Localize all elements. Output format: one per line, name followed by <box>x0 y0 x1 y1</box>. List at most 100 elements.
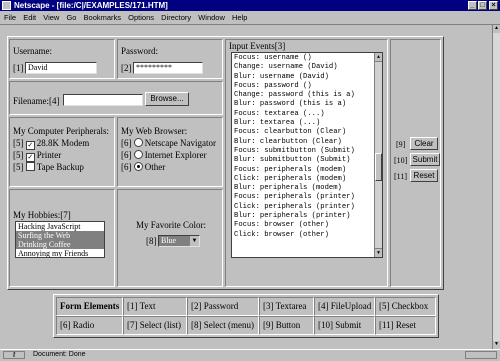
browser-ie[interactable]: [6] Internet Explorer <box>121 150 206 160</box>
events-textarea[interactable]: Focus: username () Change: username (Dav… <box>231 52 383 258</box>
username-label: Username: <box>13 46 52 56</box>
browse-button[interactable]: Browse... <box>145 92 189 106</box>
event-line: Blur: peripherals (printer) <box>234 212 351 221</box>
menu-options[interactable]: Options <box>128 13 154 22</box>
nav-link-button[interactable]: [9] Button <box>259 316 314 335</box>
menu-file[interactable]: File <box>4 13 16 22</box>
chevron-down-icon[interactable]: ▼ <box>190 236 199 246</box>
event-line: Click: peripherals (printer) <box>234 202 355 211</box>
submit-button[interactable]: Submit <box>410 153 440 166</box>
peripheral-tape[interactable]: [5] Tape Backup <box>13 162 84 172</box>
event-line: Blur: username (David) <box>234 72 329 81</box>
nav-link-select-menu[interactable]: [8] Select (menu) <box>187 316 259 335</box>
title-bar: Netscape - [file:/C|/EXAMPLES/171.HTM] _… <box>0 0 500 11</box>
menu-go[interactable]: Go <box>66 13 76 22</box>
password-input[interactable]: ********* <box>133 62 203 74</box>
event-line: Focus: password () <box>234 81 312 90</box>
peripheral-modem[interactable]: [5] ✓ 28.8K Modem <box>13 138 89 150</box>
nav-link-password[interactable]: [2] Password <box>187 297 259 316</box>
color-index: [8] <box>146 236 157 246</box>
hobby-option[interactable]: Hacking JavaScript <box>16 222 104 231</box>
username-input[interactable]: David <box>25 62 97 74</box>
menu-edit[interactable]: Edit <box>23 13 36 22</box>
close-button[interactable]: × <box>489 1 498 10</box>
clear-index: [9] <box>396 140 406 149</box>
event-line: Change: password (this is a) <box>234 91 355 100</box>
nav-link-submit[interactable]: [10] Submit <box>314 316 375 335</box>
menu-directory[interactable]: Directory <box>161 13 191 22</box>
nav-link-reset[interactable]: [11] Reset <box>375 316 436 335</box>
color-label: My Favorite Color: <box>136 220 206 230</box>
clear-button[interactable]: Clear <box>410 137 438 150</box>
maximize-button[interactable]: □ <box>478 1 487 10</box>
password-label: Password: <box>121 46 159 56</box>
status-bar: ⚷ Document: Done <box>0 349 500 361</box>
menu-bookmarks[interactable]: Bookmarks <box>84 13 122 22</box>
filename-cell: Filename: [4] Browse... <box>9 81 223 115</box>
nav-link-text[interactable]: [1] Text <box>123 297 187 316</box>
scroll-down-icon[interactable]: ▼ <box>493 341 500 349</box>
reset-button[interactable]: Reset <box>410 169 438 182</box>
scroll-thumb[interactable] <box>375 153 382 181</box>
netscape-radio[interactable] <box>133 138 143 147</box>
password-index: [2] <box>121 63 132 73</box>
scroll-up-icon[interactable]: ▲ <box>375 53 382 62</box>
hobbies-label: My Hobbies:[7] <box>13 210 71 220</box>
menu-view[interactable]: View <box>43 13 59 22</box>
event-line: Blur: clearbutton (Clear) <box>234 137 342 146</box>
peripheral-printer[interactable]: [5] ✓ Printer <box>13 150 61 162</box>
scroll-down-icon[interactable]: ▼ <box>375 248 382 257</box>
ie-radio[interactable] <box>133 150 143 159</box>
nav-heading: Form Elements <box>56 297 123 316</box>
nav-link-checkbox[interactable]: [5] Checkbox <box>375 297 436 316</box>
hobby-option[interactable]: Annoying my Friends <box>16 249 104 257</box>
event-line: Focus: clearbutton (Clear) <box>234 128 347 137</box>
event-line: Click: browser (other) <box>234 230 329 239</box>
page-scrollbar[interactable]: ▲ ▼ <box>492 25 500 349</box>
filename-index: [4] <box>49 96 60 106</box>
color-select[interactable]: Blue ▼ <box>158 235 200 247</box>
minimize-button[interactable]: _ <box>468 1 477 10</box>
peripheral-index: [5] <box>13 150 24 160</box>
reset-index: [11] <box>394 172 408 181</box>
event-line: Blur: textarea (...) <box>234 119 321 128</box>
element-nav-table: Form Elements [1] Text [2] Password [3] … <box>53 294 439 338</box>
browser-other[interactable]: [6] Other <box>121 162 165 172</box>
nav-link-select-list[interactable]: [7] Select (list) <box>123 316 187 335</box>
events-cell: Input Events[3] Focus: username () Chang… <box>225 39 388 287</box>
hobbies-listbox[interactable]: Hacking JavaScript Surfing the Web Drink… <box>15 221 105 258</box>
browser-netscape[interactable]: [6] Netscape Navigator <box>121 138 216 148</box>
browser-index: [6] <box>121 138 132 148</box>
password-cell: Password: [2] ********* <box>117 39 223 79</box>
tape-checkbox[interactable] <box>25 162 35 171</box>
tape-label: Tape Backup <box>36 162 84 172</box>
netscape-icon[interactable] <box>2 1 11 10</box>
submit-index: [10] <box>394 156 408 165</box>
security-key-icon: ⚷ <box>3 351 25 359</box>
nav-link-fileupload[interactable]: [4] FileUpload <box>314 297 375 316</box>
browser-cell: My Web Browser: [6] Netscape Navigator [… <box>117 117 223 187</box>
event-line: Focus: peripherals (printer) <box>234 193 355 202</box>
menu-window[interactable]: Window <box>198 13 225 22</box>
username-cell: Username: [1] David <box>9 39 115 79</box>
modem-label: 28.8K Modem <box>36 138 90 148</box>
peripherals-label: My Computer Peripherals: <box>13 126 109 136</box>
netscape-label: Netscape Navigator <box>144 138 216 148</box>
peripherals-cell: My Computer Peripherals: [5] ✓ 28.8K Mode… <box>9 117 115 187</box>
printer-checkbox[interactable]: ✓ <box>25 153 35 162</box>
nav-link-textarea[interactable]: [3] Textarea <box>259 297 314 316</box>
events-scrollbar[interactable]: ▲ ▼ <box>374 53 382 257</box>
scroll-up-icon[interactable]: ▲ <box>493 25 500 33</box>
peripheral-index: [5] <box>13 138 24 148</box>
hobby-option[interactable]: Surfing the Web <box>16 231 104 240</box>
event-line: Focus: submitbutton (Submit) <box>234 146 355 155</box>
other-radio[interactable] <box>133 162 143 171</box>
username-index: [1] <box>13 63 24 73</box>
nav-link-radio[interactable]: [6] Radio <box>56 316 123 335</box>
menu-help[interactable]: Help <box>232 13 247 22</box>
hobby-option[interactable]: Drinking Coffee <box>16 240 104 249</box>
status-text: Document: Done <box>33 351 86 358</box>
filename-input[interactable] <box>63 94 143 106</box>
peripheral-index: [5] <box>13 162 24 172</box>
modem-checkbox[interactable]: ✓ <box>25 141 35 150</box>
